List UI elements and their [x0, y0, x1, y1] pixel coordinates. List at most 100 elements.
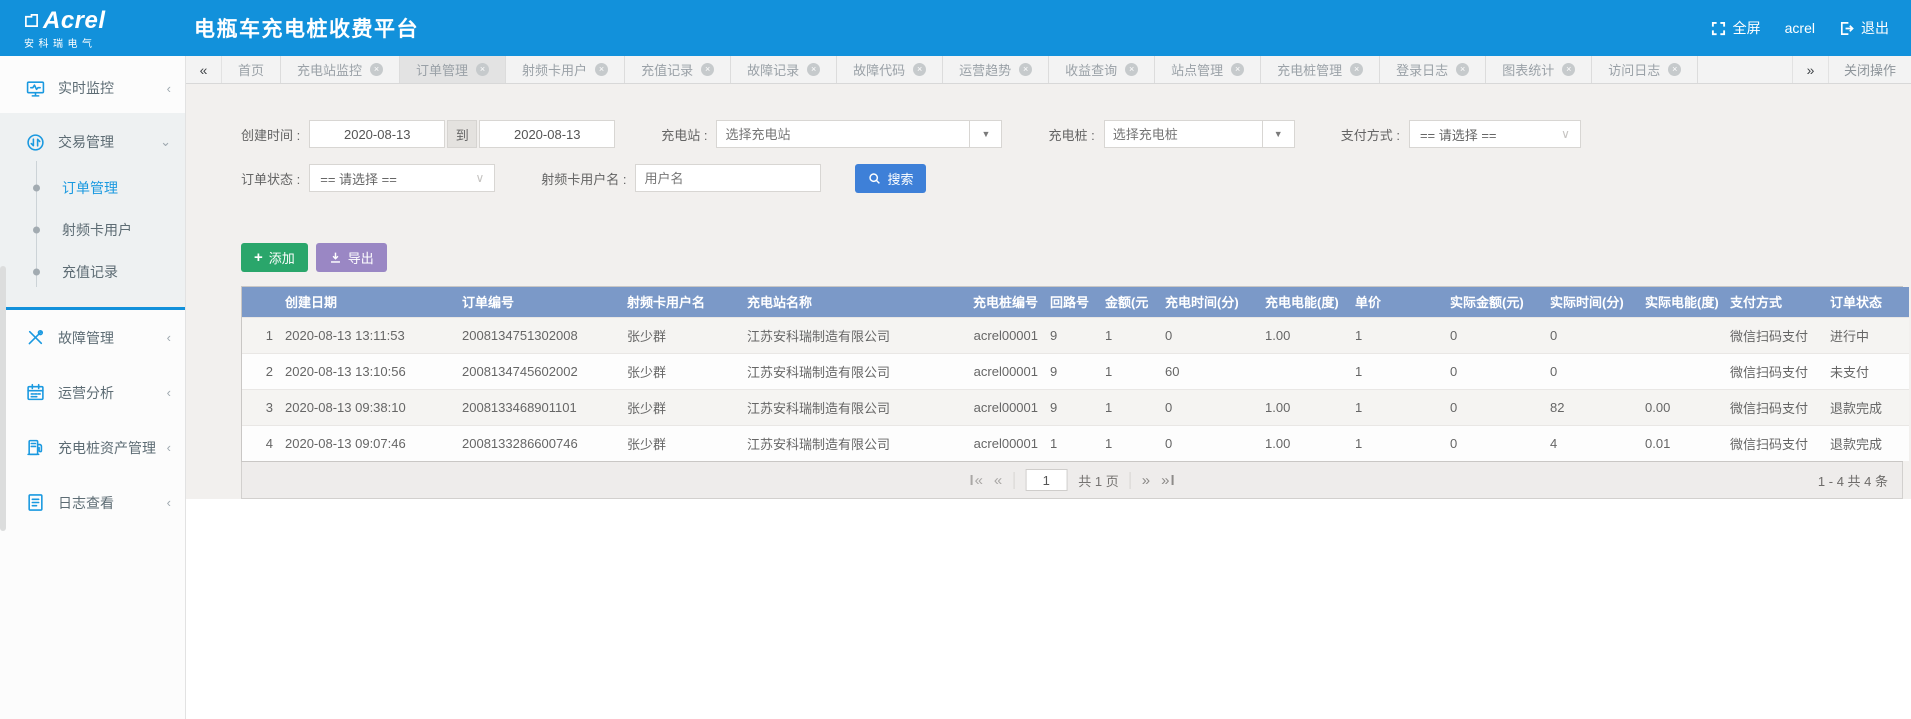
tab-close-icon[interactable]: ×	[476, 63, 489, 76]
pay-method-chevron-icon: ∨	[1561, 127, 1570, 141]
sidebar: 实时监控‹交易管理⌄ 订单管理射频卡用户充值记录故障管理‹运营分析‹充电桩资产管理…	[0, 56, 186, 719]
station-dropdown-icon[interactable]: ▼	[969, 120, 1002, 148]
tab-close-icon[interactable]: ×	[1350, 63, 1363, 76]
tab-close-icon[interactable]: ×	[701, 63, 714, 76]
table-cell: 9	[1044, 353, 1099, 389]
tabs-scroll-right-button[interactable]: »	[1792, 56, 1828, 83]
column-header-0: 创建日期	[279, 287, 456, 317]
table-cell: acrel00001	[936, 317, 1044, 353]
table-cell: 2020-08-13 09:07:46	[279, 425, 456, 461]
username-link[interactable]: acrel	[1785, 20, 1815, 36]
sidebar-item-1[interactable]: 交易管理⌄	[0, 117, 185, 167]
sidebar-subitem-1-0[interactable]: 订单管理	[0, 167, 185, 209]
tab-13[interactable]: 访问日志 ×	[1592, 56, 1698, 83]
sidebar-subitem-label: 订单管理	[62, 178, 118, 198]
fullscreen-icon	[1711, 21, 1726, 36]
pile-dropdown-icon[interactable]: ▼	[1262, 120, 1295, 148]
tab-4[interactable]: 充值记录 ×	[625, 56, 731, 83]
table-cell: 4	[1544, 425, 1639, 461]
close-operations-menu[interactable]: 关闭操作	[1828, 56, 1911, 83]
table-cell: 0	[1444, 425, 1544, 461]
station-select-input[interactable]	[716, 120, 969, 148]
sidebar-subitem-1-2[interactable]: 充值记录	[0, 251, 185, 293]
tab-label: 充值记录	[641, 60, 693, 79]
first-page-button[interactable]: «	[971, 472, 983, 489]
row-number-cell: 3	[242, 389, 279, 425]
rfid-user-input[interactable]	[635, 164, 821, 192]
pay-method-select[interactable]: == 请选择 == ∨	[1409, 120, 1581, 148]
order-status-select[interactable]: == 请选择 == ∨	[309, 164, 495, 192]
search-button[interactable]: 搜索	[855, 164, 926, 193]
tab-6[interactable]: 故障代码×	[837, 56, 943, 83]
tab-3[interactable]: 射频卡用户×	[506, 56, 625, 83]
acrel-logo-icon	[24, 13, 39, 28]
date-from-input[interactable]	[309, 120, 445, 148]
table-row[interactable]: 12020-08-13 13:11:532008134751302008张少群江…	[242, 317, 1909, 353]
prev-page-button[interactable]: «	[994, 472, 1002, 489]
tab-0[interactable]: 首页	[222, 56, 281, 83]
table-row[interactable]: 32020-08-13 09:38:102008133468901101张少群江…	[242, 389, 1909, 425]
tab-2[interactable]: 订单管理×	[400, 56, 506, 83]
add-button[interactable]: + 添加	[241, 243, 308, 272]
tab-8[interactable]: 收益查询×	[1049, 56, 1155, 83]
tabs-scroll-left-button[interactable]: «	[186, 56, 222, 83]
tab-9[interactable]: 站点管理×	[1155, 56, 1261, 83]
table-cell: 江苏安科瑞制造有限公司	[741, 317, 936, 353]
add-label: 添加	[269, 248, 295, 267]
chevron-down-icon: ⌄	[160, 134, 171, 150]
tab-10[interactable]: 充电桩管理×	[1261, 56, 1380, 83]
export-button[interactable]: 导出	[316, 243, 387, 272]
tab-5[interactable]: 故障记录 ×	[731, 56, 837, 83]
table-cell: acrel00001	[936, 425, 1044, 461]
table-cell: 1	[1099, 425, 1159, 461]
table-cell: 微信扫码支付	[1724, 389, 1824, 425]
table-cell: 未支付	[1824, 353, 1909, 389]
date-to-input[interactable]	[479, 120, 615, 148]
table-cell: 1	[1099, 317, 1159, 353]
tab-close-icon[interactable]: ×	[1456, 63, 1469, 76]
tab-12[interactable]: 图表统计×	[1486, 56, 1592, 83]
tab-label: 故障记录	[747, 60, 799, 79]
tab-close-icon[interactable]: ×	[370, 63, 383, 76]
table-cell: 0.00	[1639, 389, 1724, 425]
tab-close-icon[interactable]: ×	[1562, 63, 1575, 76]
table-cell: 张少群	[621, 425, 741, 461]
sidebar-scrollbar[interactable]	[0, 266, 6, 531]
tab-close-icon[interactable]: ×	[1019, 63, 1032, 76]
table-cell: 退款完成	[1824, 389, 1909, 425]
sidebar-item-4[interactable]: 充电桩资产管理‹	[0, 420, 185, 475]
sidebar-item-5[interactable]: 日志查看‹	[0, 475, 185, 530]
tab-1[interactable]: 充电站监控×	[281, 56, 400, 83]
table-cell: 0	[1444, 389, 1544, 425]
next-page-button[interactable]: »	[1142, 472, 1150, 489]
table-cell: 0	[1544, 317, 1639, 353]
logout-button[interactable]: 退出	[1839, 18, 1889, 38]
page-number-input[interactable]	[1025, 469, 1067, 491]
pay-method-label: 支付方式 :	[1341, 125, 1400, 144]
tab-close-icon[interactable]: ×	[913, 63, 926, 76]
sidebar-item-0[interactable]: 实时监控‹	[0, 63, 185, 113]
tab-close-icon[interactable]: ×	[1125, 63, 1138, 76]
sidebar-subitem-label: 射频卡用户	[62, 220, 132, 240]
sidebar-item-3[interactable]: 运营分析‹	[0, 365, 185, 420]
fullscreen-button[interactable]: 全屏	[1711, 18, 1761, 38]
column-header-10: 实际金额(元)	[1444, 287, 1544, 317]
table-cell	[1639, 353, 1724, 389]
tab-11[interactable]: 登录日志×	[1380, 56, 1486, 83]
table-row[interactable]: 42020-08-13 09:07:462008133286600746张少群江…	[242, 425, 1909, 461]
tab-close-icon[interactable]: ×	[807, 63, 820, 76]
tab-close-icon[interactable]: ×	[1668, 63, 1681, 76]
tab-7[interactable]: 运营趋势×	[943, 56, 1049, 83]
pile-select-input[interactable]	[1104, 120, 1262, 148]
pay-method-value: == 请选择 ==	[1420, 125, 1497, 144]
tab-label: 访问日志	[1608, 60, 1660, 79]
plus-icon: +	[254, 250, 263, 265]
sidebar-subitem-1-1[interactable]: 射频卡用户	[0, 209, 185, 251]
sidebar-item-2[interactable]: 故障管理‹	[0, 310, 185, 365]
tab-close-icon[interactable]: ×	[595, 63, 608, 76]
table-cell: 微信扫码支付	[1724, 317, 1824, 353]
tab-close-icon[interactable]: ×	[1231, 63, 1244, 76]
table-row[interactable]: 22020-08-13 13:10:562008134745602002张少群江…	[242, 353, 1909, 389]
table-cell: 1.00	[1259, 425, 1349, 461]
last-page-button[interactable]: »	[1161, 472, 1173, 489]
